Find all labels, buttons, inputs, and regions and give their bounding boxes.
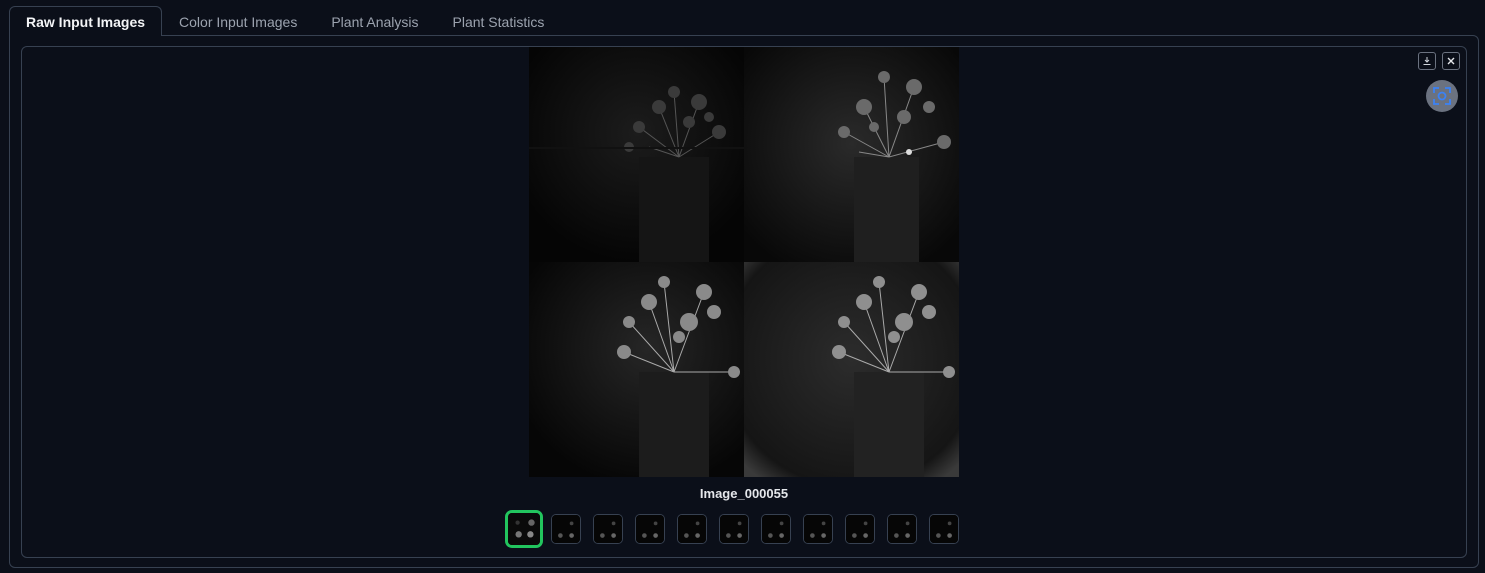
image-caption: Image_000055 bbox=[699, 486, 789, 501]
thumbnail-strip bbox=[505, 510, 959, 548]
thumbnail-image bbox=[804, 515, 832, 543]
thumbnail[interactable] bbox=[803, 514, 833, 544]
thumbnail-image bbox=[846, 515, 874, 543]
thumbnail-image bbox=[762, 515, 790, 543]
thumbnail-image bbox=[552, 515, 580, 543]
plant-image-bottom-left bbox=[529, 262, 744, 477]
thumbnail[interactable] bbox=[887, 514, 917, 544]
thumbnail[interactable] bbox=[845, 514, 875, 544]
tab-raw-input-images[interactable]: Raw Input Images bbox=[9, 6, 163, 36]
thumbnail[interactable] bbox=[761, 514, 791, 544]
tab-bar: Raw Input Images Color Input Images Plan… bbox=[9, 6, 561, 36]
thumbnail-image bbox=[888, 515, 916, 543]
thumbnail[interactable] bbox=[677, 514, 707, 544]
focus-scan-icon bbox=[1433, 87, 1451, 105]
close-icon bbox=[1447, 57, 1455, 65]
main-plant-image bbox=[529, 47, 959, 477]
thumbnail-image bbox=[678, 515, 706, 543]
download-button[interactable] bbox=[1418, 52, 1436, 70]
thumbnail[interactable] bbox=[593, 514, 623, 544]
thumbnail[interactable] bbox=[719, 514, 749, 544]
thumbnail-image bbox=[594, 515, 622, 543]
thumbnail-selected[interactable] bbox=[505, 510, 543, 548]
plant-image-top-left bbox=[529, 47, 744, 262]
focus-button[interactable] bbox=[1426, 80, 1458, 112]
plant-image-top-right bbox=[744, 47, 959, 262]
thumbnail[interactable] bbox=[929, 514, 959, 544]
thumbnail-image bbox=[930, 515, 958, 543]
tab-plant-analysis[interactable]: Plant Analysis bbox=[314, 7, 435, 36]
thumbnail-image bbox=[508, 513, 540, 545]
thumbnail-image bbox=[636, 515, 664, 543]
plant-image-bottom-right bbox=[744, 262, 959, 477]
tab-plant-statistics[interactable]: Plant Statistics bbox=[436, 7, 562, 36]
thumbnail-image bbox=[720, 515, 748, 543]
tab-color-input-images[interactable]: Color Input Images bbox=[162, 7, 314, 36]
close-button[interactable] bbox=[1442, 52, 1460, 70]
thumbnail[interactable] bbox=[551, 514, 581, 544]
download-icon bbox=[1423, 57, 1431, 65]
thumbnail[interactable] bbox=[635, 514, 665, 544]
